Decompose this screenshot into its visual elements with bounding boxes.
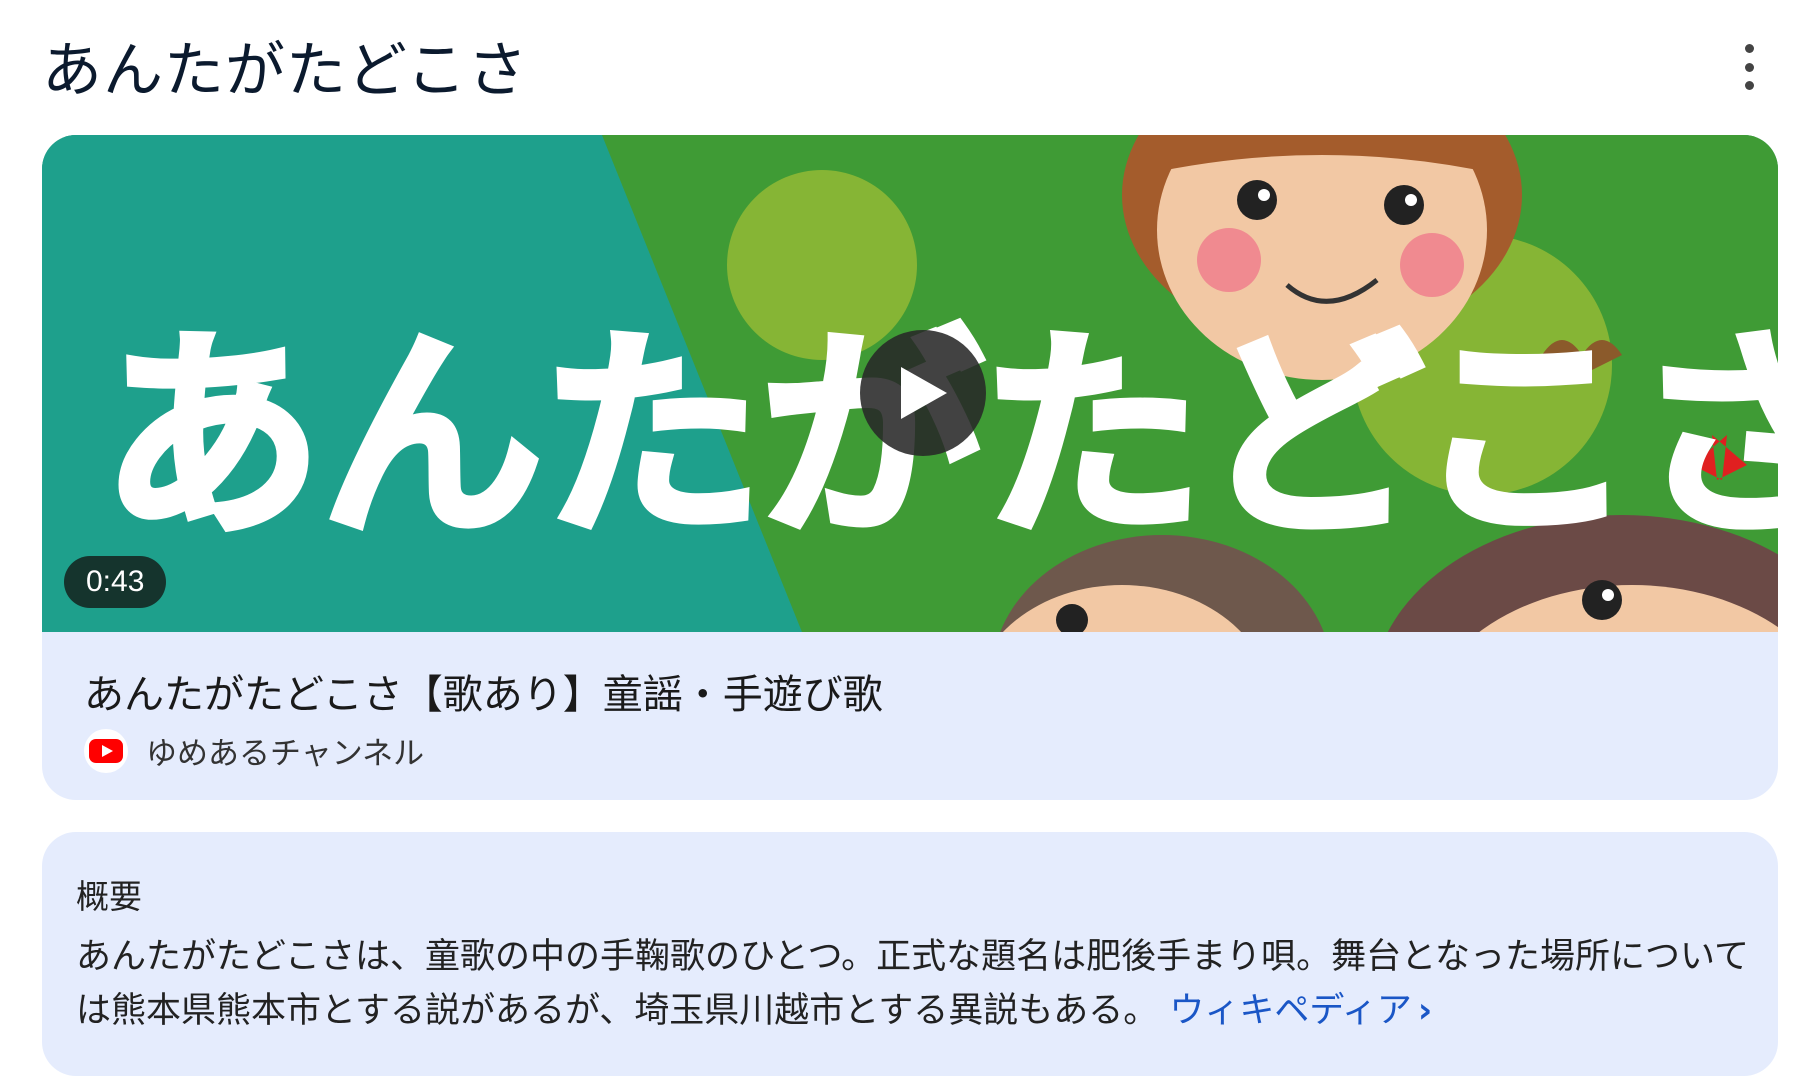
more-dot [1744, 81, 1754, 90]
chevron-right-icon: › [1417, 991, 1433, 1031]
play-icon [901, 367, 947, 419]
duration-badge: 0:43 [64, 556, 167, 608]
page-title: あんたがたどこさ [42, 36, 529, 106]
channel-row[interactable]: ゆめあるチャンネル [84, 728, 424, 773]
more-options-icon[interactable] [1737, 44, 1761, 90]
summary-text: あんたがたどこさは、童歌の中の手鞠歌のひとつ。正式な題名は肥後手まり唄。舞台とな… [76, 930, 1756, 1038]
more-dot [1744, 62, 1754, 72]
video-title[interactable]: あんたがたどこさ【歌あり】童謡・手遊び歌 [84, 662, 883, 720]
summary-card: 概要 あんたがたどこさは、童歌の中の手鞠歌のひとつ。正式な題名は肥後手まり唄。舞… [42, 832, 1778, 1076]
youtube-icon [84, 728, 128, 773]
summary-body: あんたがたどこさは、童歌の中の手鞠歌のひとつ。正式な題名は肥後手まり唄。舞台とな… [76, 937, 1750, 1031]
video-card[interactable]: あんたがたどこさ 0:43 あんたがたどこさ【歌あり】童謡・手遊び歌 ゆめあるチ… [42, 135, 1778, 800]
play-button[interactable] [860, 330, 986, 456]
more-dot [1744, 44, 1754, 53]
channel-name: ゆめあるチャンネル [146, 736, 425, 772]
wikipedia-link[interactable]: ウィキペディア › [1169, 991, 1432, 1031]
wikipedia-link-label: ウィキペディア [1169, 991, 1412, 1031]
summary-heading: 概要 [76, 877, 142, 916]
video-info[interactable]: あんたがたどこさ【歌あり】童謡・手遊び歌 ゆめあるチャンネル [42, 632, 1778, 800]
